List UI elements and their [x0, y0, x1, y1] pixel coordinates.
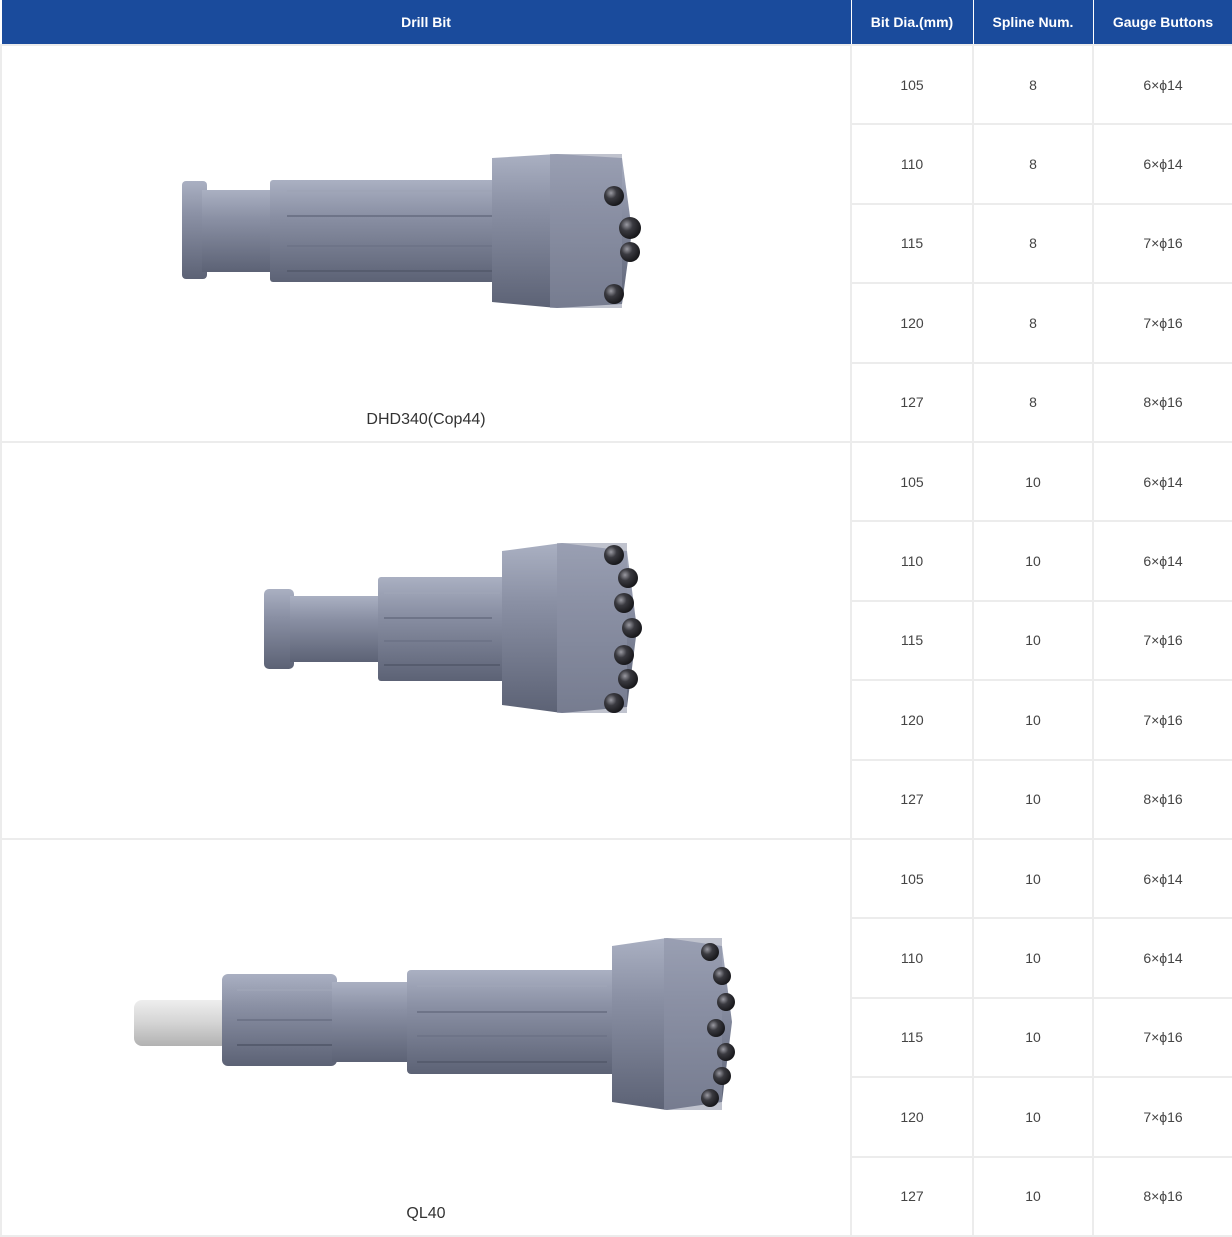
spline-num-cell: 10	[972, 996, 1094, 1079]
gauge-buttons-cell: 8×ϕ16	[1092, 758, 1232, 841]
drill-bit-ql40-image	[134, 938, 735, 1110]
spline-num-cell: 10	[972, 440, 1094, 523]
spline-num-cell: 10	[972, 599, 1094, 682]
bit-dia-cell: 127	[850, 1155, 974, 1237]
spline-num-cell: 8	[972, 361, 1094, 444]
table-row: DHD340(Cop44) 105 8 6×ϕ14	[0, 43, 1232, 443]
gauge-buttons-cell: 7×ϕ16	[1092, 1076, 1232, 1158]
spline-num-cell: 10	[972, 520, 1094, 602]
bit-dia-cell: 105	[850, 43, 974, 126]
spline-num-cell: 10	[972, 1076, 1094, 1158]
gauge-buttons-cell: 6×ϕ14	[1092, 520, 1232, 602]
bit-dia-cell: 120	[850, 1076, 974, 1158]
gauge-buttons-cell: 7×ϕ16	[1092, 282, 1232, 364]
drill-bit-spec-table: Drill Bit Bit Dia.(mm) Spline Num. Gauge…	[0, 0, 1232, 1237]
drill-bit-image-cell: QL40	[0, 838, 852, 1237]
gauge-buttons-cell: 6×ϕ14	[1092, 917, 1232, 999]
table-row: QL40 105 10 6×ϕ14	[0, 837, 1232, 1237]
bit-dia-cell: 115	[850, 202, 974, 285]
model-label: QL40	[406, 1205, 446, 1222]
gauge-buttons-cell: 7×ϕ16	[1092, 599, 1232, 682]
spline-num-cell: 10	[972, 679, 1094, 761]
bit-dia-cell: 120	[850, 679, 974, 761]
spline-num-cell: 10	[972, 758, 1094, 841]
gauge-buttons-cell: 7×ϕ16	[1092, 202, 1232, 285]
header-drill-bit: Drill Bit	[0, 0, 852, 46]
bit-dia-cell: 115	[850, 599, 974, 682]
table-header-row: Drill Bit Bit Dia.(mm) Spline Num. Gauge…	[0, 0, 1232, 46]
spline-num-cell: 10	[972, 1155, 1094, 1237]
gauge-buttons-cell: 8×ϕ16	[1092, 361, 1232, 444]
gauge-buttons-cell: 7×ϕ16	[1092, 679, 1232, 761]
gauge-buttons-cell: 6×ϕ14	[1092, 43, 1232, 126]
table-row: 105 10 6×ϕ14	[0, 440, 1232, 840]
gauge-buttons-cell: 6×ϕ14	[1092, 440, 1232, 523]
gauge-buttons-cell: 6×ϕ14	[1092, 123, 1232, 205]
header-spline-num: Spline Num.	[972, 0, 1094, 46]
bit-dia-cell: 127	[850, 361, 974, 444]
model-label: DHD340(Cop44)	[366, 411, 486, 428]
spline-num-cell: 8	[972, 123, 1094, 205]
bit-dia-cell: 110	[850, 520, 974, 602]
spline-num-cell: 10	[972, 917, 1094, 999]
drill-bit-image-cell	[0, 441, 852, 840]
bit-dia-cell: 120	[850, 282, 974, 364]
bit-dia-cell: 127	[850, 758, 974, 841]
header-bit-dia: Bit Dia.(mm)	[850, 0, 974, 46]
gauge-buttons-cell: 7×ϕ16	[1092, 996, 1232, 1079]
spline-num-cell: 10	[972, 837, 1094, 920]
bit-dia-cell: 115	[850, 996, 974, 1079]
header-gauge-buttons: Gauge Buttons	[1092, 0, 1232, 46]
gauge-buttons-cell: 6×ϕ14	[1092, 837, 1232, 920]
bit-dia-cell: 105	[850, 440, 974, 523]
drill-bit-image	[264, 543, 642, 713]
bit-dia-cell: 110	[850, 917, 974, 999]
spline-num-cell: 8	[972, 282, 1094, 364]
spline-num-cell: 8	[972, 202, 1094, 285]
gauge-buttons-cell: 8×ϕ16	[1092, 1155, 1232, 1237]
bit-dia-cell: 105	[850, 837, 974, 920]
spline-num-cell: 8	[972, 43, 1094, 126]
drill-bit-image-cell: DHD340(Cop44)	[0, 44, 852, 443]
bit-dia-cell: 110	[850, 123, 974, 205]
drill-bit-dhd340-image	[182, 154, 641, 308]
